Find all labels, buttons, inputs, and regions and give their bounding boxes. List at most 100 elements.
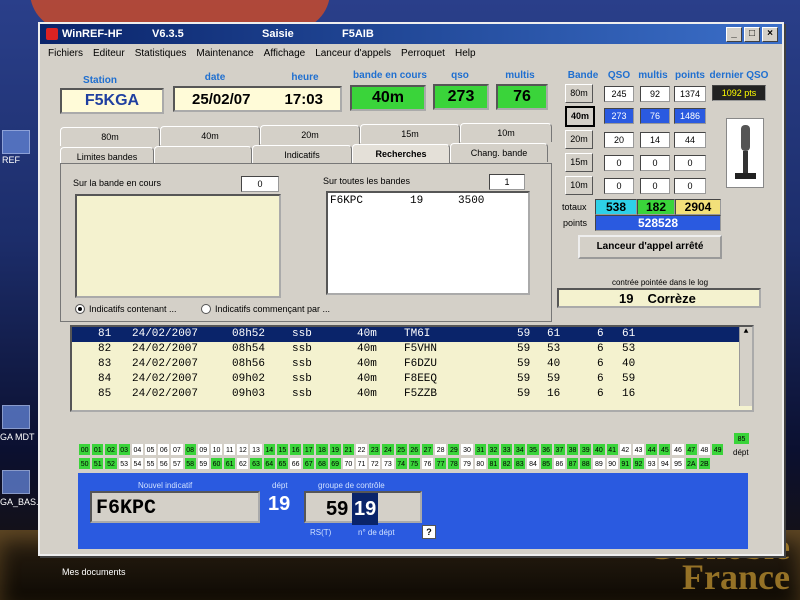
dept-cell: 17 [302,443,316,456]
log-scrollbar[interactable]: ▲ [739,327,752,406]
dept-pointed-num: 19 [619,290,634,306]
band-label: bande en cours [353,70,427,81]
log-x: 6 [597,358,604,370]
menu-bar: Fichiers Editeur Statistiques Maintenanc… [40,44,782,62]
log-dept: 40 [622,358,636,370]
dept-cell: 51 [91,457,105,470]
log-row[interactable]: 82 24/02/2007 08h54 ssb 40m F5VHN 59 53 … [72,342,752,357]
maximize-button[interactable]: □ [744,27,760,42]
dept-cell: 44 [645,443,659,456]
tab-20m[interactable]: 20m [260,125,360,144]
total-score: 528528 [595,215,721,231]
band-button-15m[interactable]: 15m [565,153,593,172]
microphone-icon [726,118,764,188]
caller-button[interactable]: Lanceur d'appel arrêté [578,235,722,259]
dept-cell: 59 [196,457,210,470]
tab-80m[interactable]: 80m [60,127,160,146]
dept-cell: 46 [671,443,685,456]
band-button-20m[interactable]: 20m [565,130,593,149]
close-button[interactable]: × [762,27,778,42]
help-button[interactable]: ? [422,525,436,539]
dept-cell: 19 [328,443,342,456]
search-panel: Sur la bande en cours 0 Sur toutes les b… [60,163,552,322]
dept-cell: 08 [183,443,197,456]
radio-selected-icon[interactable] [75,304,85,314]
tab-chang-bande[interactable]: Chang. bande [450,143,548,162]
dept-cell: 31 [473,443,487,456]
band-button-80m[interactable]: 80m [565,84,593,103]
minimize-button[interactable]: _ [726,27,742,42]
rst-value: 59 [326,498,349,520]
dept-cell: 34 [513,443,527,456]
desktop-icon[interactable] [2,130,30,154]
log-time: 08h54 [232,343,266,355]
total-multis: 182 [637,199,675,215]
total-qso: 538 [595,199,637,215]
log-x: 6 [597,343,604,355]
tab-indicatifs[interactable]: Indicatifs [252,145,352,164]
menu-lanceur[interactable]: Lanceur d'appels [315,48,391,59]
desktop-icon[interactable] [2,405,30,429]
menu-statistiques[interactable]: Statistiques [135,48,187,59]
log-row[interactable]: 84 24/02/2007 09h02 ssb 40m F8EEQ 59 59 … [72,372,752,387]
band-button-40m[interactable]: 40m [565,106,595,127]
tab-40m[interactable]: 40m [160,126,260,145]
dept-cell: 86 [552,457,566,470]
dept-cell: 32 [486,443,500,456]
scroll-up-icon[interactable]: ▲ [740,327,752,339]
radio-unselected-icon[interactable] [201,304,211,314]
app-icon[interactable] [46,28,58,40]
tab-recherches[interactable]: Recherches [352,144,450,163]
stat-qso-10m: 0 [604,178,634,194]
menu-fichiers[interactable]: Fichiers [48,48,83,59]
qso-log[interactable]: 81 24/02/2007 08h52 ssb 40m TM6I 59 61 6… [70,325,754,412]
menu-help[interactable]: Help [455,48,476,59]
tab-15m[interactable]: 15m [360,124,460,143]
new-call-input[interactable]: F6KPC [90,491,260,523]
menu-affichage[interactable]: Affichage [264,48,306,59]
log-dept: 16 [622,388,636,400]
tab-10m[interactable]: 10m [460,123,552,142]
dept-cell: 60 [209,457,224,470]
log-call: F6DZU [404,358,438,370]
station-label: Station [83,75,117,86]
log-row[interactable]: 81 24/02/2007 08h52 ssb 40m TM6I 59 61 6… [72,327,752,342]
dept-cell: 25 [394,443,408,456]
dept-cell: 94 [658,457,672,470]
stats-band-header: Bande [567,70,599,81]
desktop-icon-label: Mes documents [62,567,126,577]
log-row[interactable]: 85 24/02/2007 09h03 ssb 40m F5ZZB 59 16 … [72,387,752,402]
search-all-list[interactable]: F6KPC 19 3500 [326,191,530,295]
menu-maintenance[interactable]: Maintenance [196,48,253,59]
menu-editeur[interactable]: Editeur [93,48,125,59]
dept-cell: 71 [354,457,369,470]
radio-contains[interactable]: Indicatifs contenant ... [75,304,177,314]
log-band: 40m [357,373,377,385]
total-points: 2904 [675,199,721,215]
dept-cell: 85 [539,457,553,470]
control-input[interactable]: 59 19 [304,491,422,525]
search-band-list[interactable] [75,194,281,298]
log-row[interactable]: 83 24/02/2007 08h56 ssb 40m F6DZU 59 40 … [72,357,752,372]
desktop-icon[interactable] [2,470,30,494]
log-rst-r: 53 [547,343,561,355]
title-bar[interactable]: WinREF-HF V6.3.5 Saisie F5AIB _ □ × [40,24,782,44]
dept-cell: 48 [697,443,711,456]
dept-label: dépt [272,481,288,490]
dept-cell: 81 [486,457,500,470]
dept-cell: 54 [130,457,144,470]
log-date: 24/02/2007 [132,358,199,370]
log-call: F5VHN [404,343,438,355]
dept-cell: 2A [684,457,698,470]
dept-cell: 93 [645,457,659,470]
search-result-row[interactable]: F6KPC 19 3500 [328,193,528,209]
radio-starts[interactable]: Indicatifs commençant par ... [201,304,330,314]
dept-cell: 26 [407,443,421,456]
dept-cell: 70 [341,457,355,470]
band-button-10m[interactable]: 10m [565,176,593,195]
dept-cell: 89 [592,457,606,470]
entry-panel: Nouvel indicatif F6KPC dépt 19 groupe de… [78,473,748,549]
new-call-label: Nouvel indicatif [138,481,193,490]
menu-perroquet[interactable]: Perroquet [401,48,445,59]
dept-cell: 02 [104,443,118,456]
